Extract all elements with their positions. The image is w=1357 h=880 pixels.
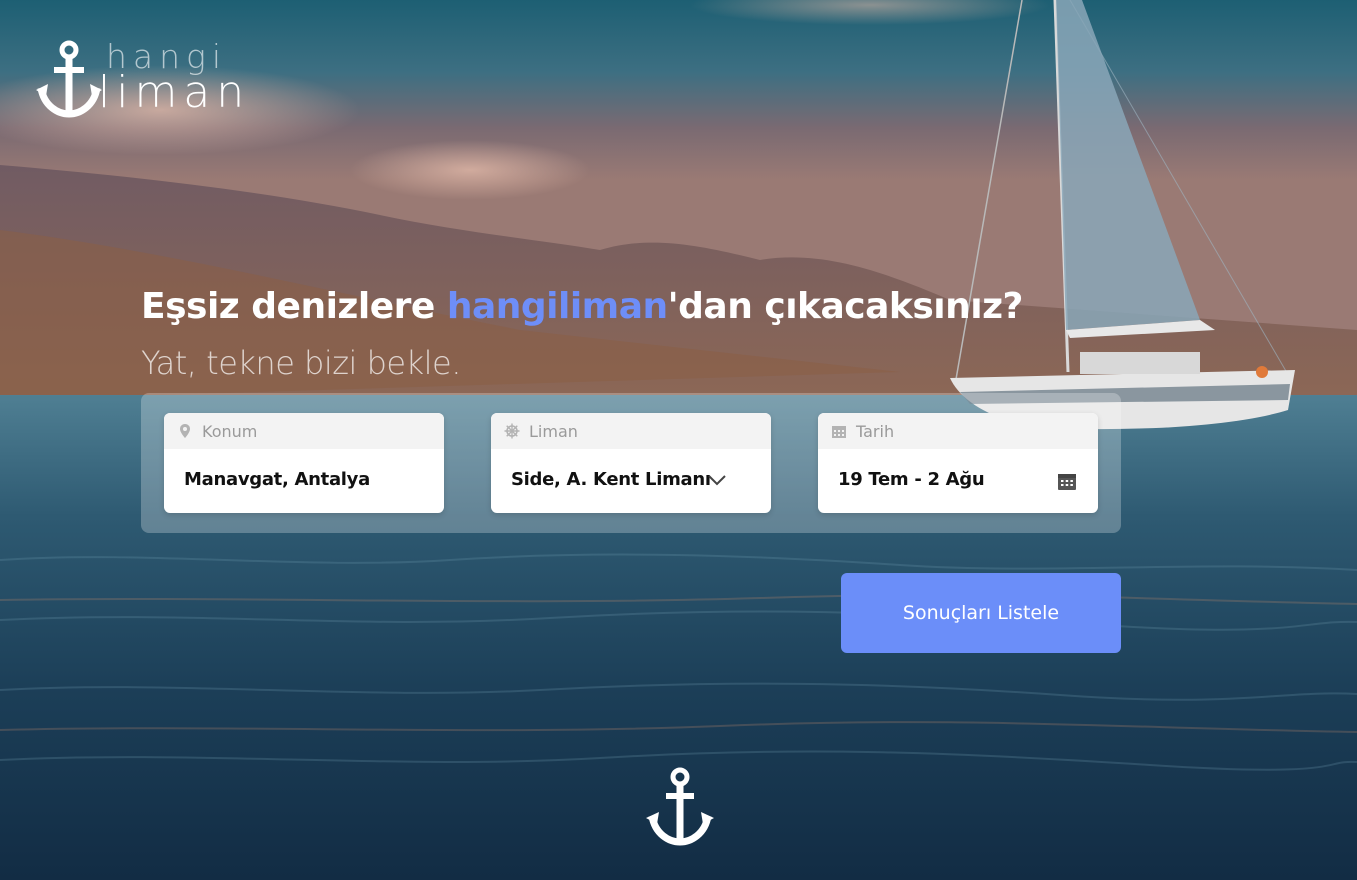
- brand-logo[interactable]: hangi liman: [36, 38, 296, 120]
- chevron-down-icon[interactable]: [707, 473, 727, 487]
- map-pin-icon: [180, 424, 190, 438]
- date-range-field[interactable]: Tarih 19 Tem - 2 Ağu: [818, 413, 1098, 513]
- brand-name-line2: liman: [98, 67, 251, 118]
- headline-accent: hangiliman: [446, 286, 668, 327]
- calendar-picker-icon[interactable]: [1058, 473, 1076, 490]
- hero-headline: Eşsiz denizlere hangiliman'dan çıkacaksı…: [141, 286, 1023, 327]
- headline-post: 'dan çıkacaksınız?: [667, 286, 1024, 327]
- location-field-label: Konum: [202, 421, 258, 441]
- list-results-button[interactable]: Sonuçları Listele: [841, 573, 1121, 653]
- anchor-logo-icon: [36, 40, 102, 118]
- marina-select-value: Side, A. Kent Limanı: [511, 469, 711, 490]
- location-field-header: Konum: [164, 413, 444, 449]
- date-range-field-header: Tarih: [818, 413, 1098, 449]
- location-field[interactable]: Konum Manavgat, Antalya: [164, 413, 444, 513]
- search-panel: Konum Manavgat, Antalya Liman Side, A. K…: [141, 393, 1121, 533]
- location-field-value: Manavgat, Antalya: [184, 469, 370, 490]
- hero-subline: Yat, tekne bizi bekle.: [141, 344, 461, 382]
- ship-wheel-icon: [504, 423, 520, 439]
- anchor-icon: [646, 767, 714, 846]
- date-range-field-label: Tarih: [856, 421, 895, 441]
- date-range-field-value: 19 Tem - 2 Ağu: [838, 469, 985, 490]
- marina-select-label: Liman: [529, 421, 578, 441]
- marina-select-header: Liman: [491, 413, 771, 449]
- headline-pre: Eşsiz denizlere: [141, 286, 447, 327]
- calendar-icon: [832, 426, 846, 438]
- marina-select[interactable]: Liman Side, A. Kent Limanı: [491, 413, 771, 513]
